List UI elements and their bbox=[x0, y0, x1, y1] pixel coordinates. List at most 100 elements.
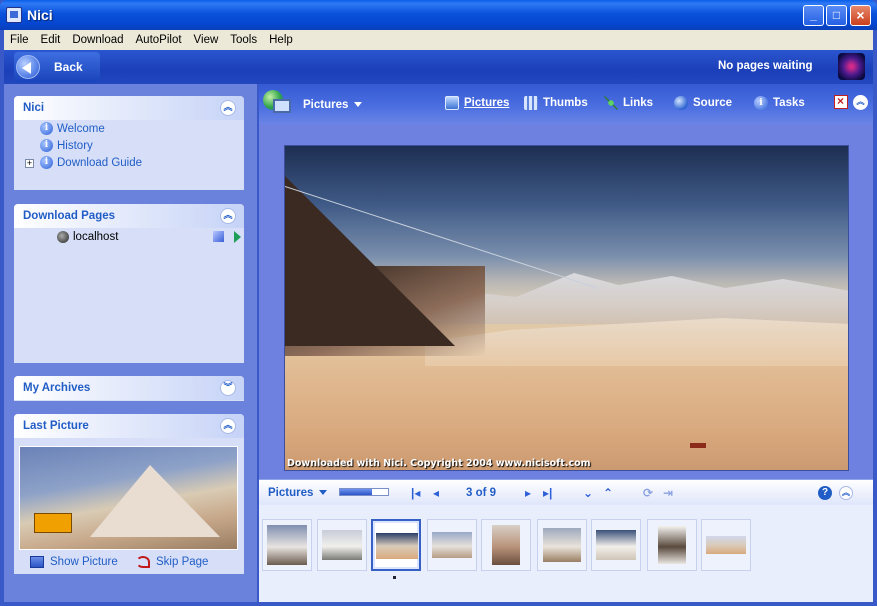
tab-tasks[interactable]: i Tasks bbox=[754, 96, 805, 110]
expand-plus-icon[interactable]: + bbox=[25, 159, 34, 168]
thumbnail-item[interactable] bbox=[537, 519, 587, 571]
thumbnail-image bbox=[267, 525, 307, 565]
play-icon[interactable] bbox=[234, 231, 241, 243]
selected-marker bbox=[393, 576, 396, 579]
thumbnail-item[interactable] bbox=[481, 519, 531, 571]
forward-icon[interactable]: ⇥ bbox=[663, 487, 673, 499]
show-picture-link[interactable]: Show Picture bbox=[30, 556, 118, 568]
tab-source[interactable]: Source bbox=[674, 96, 732, 110]
previous-picture-icon[interactable]: ◂ bbox=[433, 487, 439, 499]
refresh-icon[interactable]: ⟳ bbox=[643, 487, 653, 499]
page-item-localhost[interactable]: localhost bbox=[57, 231, 118, 243]
viewer-toolbar: Pictures Pictures Thumbs Links Source i … bbox=[259, 84, 873, 124]
archives-header[interactable]: My Archives ︾ bbox=[14, 376, 244, 400]
dropdown-caret-icon bbox=[319, 490, 328, 496]
tab-tasks-label: Tasks bbox=[773, 97, 805, 109]
menu-edit[interactable]: Edit bbox=[35, 34, 67, 46]
download-pages-title: Download Pages bbox=[23, 210, 116, 222]
tab-source-label: Source bbox=[693, 97, 732, 109]
download-pages-header[interactable]: Download Pages ︽ bbox=[14, 204, 244, 228]
thumbnail-image bbox=[432, 532, 472, 558]
page-item-label: localhost bbox=[73, 231, 119, 243]
thumbnail-image bbox=[492, 525, 520, 565]
thumbnail-item[interactable] bbox=[591, 519, 641, 571]
link-history-label: History bbox=[57, 139, 93, 152]
info-icon: i bbox=[40, 122, 53, 135]
source-icon bbox=[674, 96, 688, 110]
link-welcome[interactable]: i Welcome bbox=[40, 122, 105, 135]
tab-thumbs[interactable]: Thumbs bbox=[524, 96, 588, 110]
viewer-menu[interactable]: Pictures bbox=[303, 99, 363, 111]
nici-panel-title: Nici bbox=[23, 102, 45, 114]
nici-panel: Nici ︽ i Welcome i History + i Download … bbox=[14, 96, 244, 190]
thumbnail-image bbox=[706, 536, 746, 554]
nici-panel-header[interactable]: Nici ︽ bbox=[14, 96, 244, 120]
thumbnail-image bbox=[322, 530, 362, 560]
expand-chevron-icon[interactable]: ︾ bbox=[220, 380, 236, 396]
thumbnail-item[interactable] bbox=[262, 519, 312, 571]
thumbnail-image bbox=[543, 528, 581, 562]
menu-bar: File Edit Download AutoPilot View Tools … bbox=[4, 30, 873, 50]
first-picture-icon[interactable]: |◂ bbox=[411, 487, 420, 499]
left-pane: Nici ︽ i Welcome i History + i Download … bbox=[4, 84, 257, 602]
window-title: Nici bbox=[27, 7, 53, 23]
app-icon[interactable] bbox=[6, 7, 22, 23]
maximize-button[interactable]: □ bbox=[826, 5, 847, 26]
minimize-button[interactable]: _ bbox=[803, 5, 824, 26]
archives-panel: My Archives ︾ bbox=[14, 376, 244, 401]
navigator-menu[interactable]: Pictures bbox=[268, 487, 328, 499]
skip-page-link[interactable]: Skip Page bbox=[136, 556, 208, 568]
menu-autopilot[interactable]: AutoPilot bbox=[130, 34, 188, 46]
link-download-guide[interactable]: i Download Guide bbox=[40, 156, 142, 169]
last-picture-preview[interactable] bbox=[19, 446, 238, 550]
collapse-chevron-icon[interactable]: ︽ bbox=[220, 418, 236, 434]
thumbnail-item[interactable] bbox=[317, 519, 367, 571]
main-picture[interactable]: Downloaded with Nici. Copyright 2004 www… bbox=[284, 145, 849, 471]
last-picture-header[interactable]: Last Picture ︽ bbox=[14, 414, 244, 438]
pictures-icon bbox=[445, 96, 459, 110]
menu-file[interactable]: File bbox=[4, 34, 35, 46]
last-picture-icon[interactable]: ▸| bbox=[543, 487, 552, 499]
web-globe-icon bbox=[263, 90, 291, 118]
download-progress-bar bbox=[339, 488, 389, 496]
menu-view[interactable]: View bbox=[188, 34, 225, 46]
picture-navigator: Pictures |◂ ◂ 3 of 9 ▸ ▸| ⌄ ⌃ ⟳ ⇥ ? ︽ bbox=[259, 479, 873, 505]
tab-pictures[interactable]: Pictures bbox=[445, 96, 509, 110]
collapse-all-icon[interactable]: ⌃ bbox=[603, 487, 613, 499]
redo-arrow-icon bbox=[136, 556, 150, 568]
help-icon[interactable]: ? bbox=[818, 486, 832, 500]
viewer-pane: Pictures Pictures Thumbs Links Source i … bbox=[259, 84, 873, 602]
tab-links[interactable]: Links bbox=[604, 96, 653, 110]
menu-download[interactable]: Download bbox=[66, 34, 129, 46]
thumbnail-item[interactable] bbox=[647, 519, 697, 571]
thumbnail-item[interactable] bbox=[701, 519, 751, 571]
menu-tools[interactable]: Tools bbox=[224, 34, 263, 46]
tasks-icon: i bbox=[754, 96, 768, 110]
next-picture-icon[interactable]: ▸ bbox=[525, 487, 531, 499]
back-arrow-icon bbox=[16, 55, 40, 79]
stop-icon[interactable] bbox=[213, 231, 224, 242]
close-button[interactable]: × bbox=[850, 5, 871, 26]
link-history[interactable]: i History bbox=[40, 139, 93, 152]
collapse-chevron-icon[interactable]: ︽ bbox=[853, 95, 868, 110]
tab-links-label: Links bbox=[623, 97, 654, 109]
nici-logo-icon bbox=[838, 53, 865, 80]
picture-counter: 3 of 9 bbox=[466, 487, 497, 499]
expand-all-icon[interactable]: ⌄ bbox=[583, 487, 593, 499]
close-viewer-icon[interactable] bbox=[834, 94, 848, 109]
viewer-title: Pictures bbox=[303, 99, 349, 111]
collapse-chevron-icon[interactable]: ︽ bbox=[220, 100, 236, 116]
collapse-chevron-icon[interactable]: ︽ bbox=[839, 486, 853, 500]
info-icon: i bbox=[40, 156, 53, 169]
skip-page-label: Skip Page bbox=[156, 556, 209, 568]
collapse-chevron-icon[interactable]: ︽ bbox=[220, 208, 236, 224]
link-download-guide-label: Download Guide bbox=[57, 156, 143, 169]
navigator-title: Pictures bbox=[268, 487, 314, 499]
thumbnail-item[interactable] bbox=[427, 519, 477, 571]
back-label: Back bbox=[54, 60, 83, 74]
back-button[interactable]: Back bbox=[14, 52, 100, 82]
links-icon bbox=[604, 96, 618, 110]
thumbs-icon bbox=[524, 96, 538, 110]
thumbnail-item[interactable] bbox=[371, 519, 421, 571]
menu-help[interactable]: Help bbox=[263, 34, 299, 46]
